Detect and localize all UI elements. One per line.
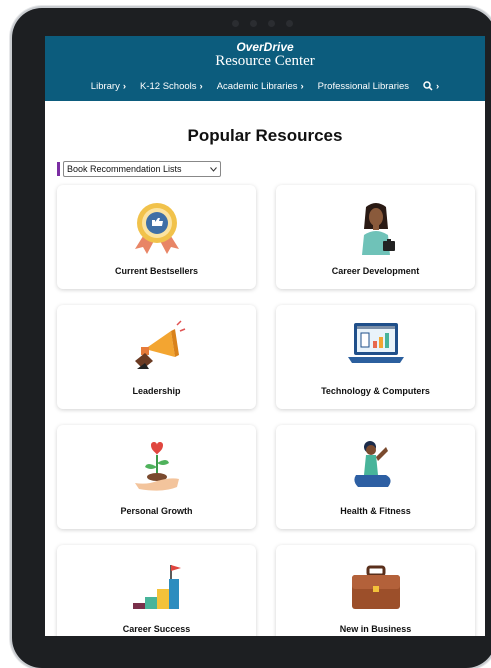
page-title: Popular Resources: [187, 126, 343, 145]
card-label: Personal Growth: [120, 506, 193, 516]
card-label: Current Bestsellers: [114, 266, 199, 276]
nav-item-label: Library: [90, 81, 120, 92]
chevron-right-icon: ›: [300, 81, 304, 92]
professional-person-icon: [362, 203, 395, 255]
chevron-down-icon: [210, 166, 217, 172]
nav-item-label: Academic Libraries: [216, 81, 298, 92]
brand-logo[interactable]: OverDrive: [45, 40, 485, 54]
megaphone-icon: [135, 320, 186, 369]
category-select[interactable]: Book Recommendation Lists: [63, 161, 221, 177]
card-health-fitness[interactable]: Health & Fitness: [276, 425, 475, 529]
card-leadership[interactable]: Leadership: [57, 305, 256, 409]
nav-item-label: K-12 Schools: [140, 81, 197, 92]
site-subtitle[interactable]: Resource Center: [45, 53, 485, 70]
sprouting-plant-icon: [135, 442, 179, 491]
nav-item-label: Professional Libraries: [317, 81, 410, 92]
steps-flag-icon: [133, 565, 181, 609]
camera-bar: [232, 18, 312, 28]
card-label: Career Success: [122, 624, 191, 634]
nav-item-library[interactable]: Library ›: [91, 81, 126, 92]
yoga-person-icon: [354, 441, 391, 487]
main-nav: Library › K-12 Schools › Academic Librarie…: [45, 81, 485, 92]
card-label: Leadership: [132, 386, 181, 396]
resource-grid: Current Bestsellers Career Development L…: [57, 185, 475, 636]
search-button[interactable]: ›: [423, 81, 439, 92]
screen: OverDrive Resource Center Library › K-12 …: [45, 36, 485, 636]
laptop-chart-icon: [348, 323, 404, 363]
select-accent-bar: [57, 162, 60, 176]
card-label: Technology & Computers: [321, 386, 430, 396]
card-career-success[interactable]: Career Success: [57, 545, 256, 636]
award-ribbon-icon: [135, 203, 179, 254]
nav-item-academic-libraries[interactable]: Academic Libraries ›: [217, 81, 304, 92]
card-personal-growth[interactable]: Personal Growth: [57, 425, 256, 529]
chevron-right-icon: ›: [436, 81, 440, 92]
briefcase-icon: [352, 565, 400, 609]
card-label: Health & Fitness: [340, 506, 411, 516]
category-select-wrapper: Book Recommendation Lists: [57, 161, 221, 177]
tablet-frame: OverDrive Resource Center Library › K-12 …: [12, 8, 491, 668]
select-value: Book Recommendation Lists: [67, 164, 182, 174]
card-career-development[interactable]: Career Development: [276, 185, 475, 289]
nav-item-k12-schools[interactable]: K-12 Schools ›: [140, 81, 203, 92]
card-technology-computers[interactable]: Technology & Computers: [276, 305, 475, 409]
card-label: New in Business: [339, 624, 412, 634]
nav-item-professional-libraries[interactable]: Professional Libraries: [318, 81, 409, 92]
main-content: Popular Resources Book Recommendation Li…: [45, 101, 485, 636]
card-label: Career Development: [331, 266, 420, 276]
card-new-in-business[interactable]: New in Business: [276, 545, 475, 636]
chevron-right-icon: ›: [122, 81, 127, 92]
site-header: OverDrive Resource Center Library › K-12 …: [45, 36, 485, 101]
card-current-bestsellers[interactable]: Current Bestsellers: [57, 185, 256, 289]
chevron-right-icon: ›: [199, 81, 203, 92]
search-icon: [423, 81, 433, 92]
